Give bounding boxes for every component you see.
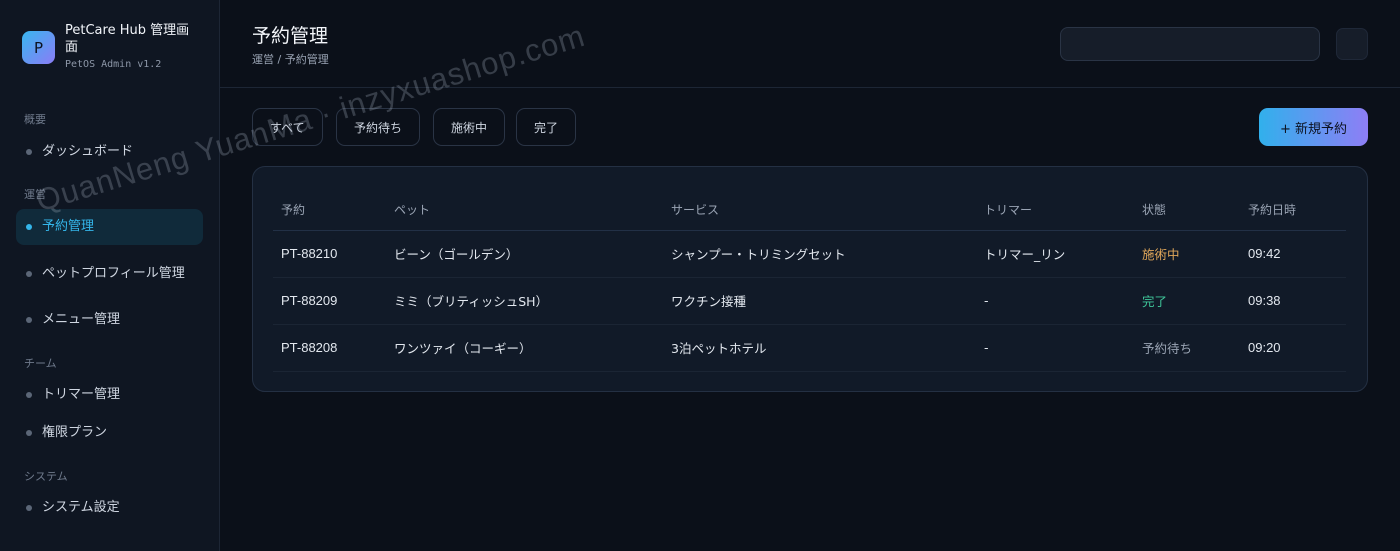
brand-subtitle: PetOS Admin v1.2 — [65, 59, 162, 70]
filter-in-progress-button[interactable]: 施術中 — [433, 108, 506, 146]
brand-title: PetCare Hub 管理画面 — [65, 23, 190, 55]
brand: P PetCare Hub 管理画面 PetOS Admin v1.2 — [22, 22, 195, 70]
sidebar-item-label: メニュー管理 — [42, 312, 121, 327]
bullet-icon — [26, 271, 32, 277]
sidebar-item-label: 権限プラン — [42, 425, 108, 440]
reservations-table: 予約 ペット サービス トリマー 状態 予約日時 PT-88210 ビーン（ゴー… — [273, 189, 1346, 372]
sidebar-item-dashboard[interactable]: ダッシュボード — [16, 142, 203, 162]
bullet-icon — [26, 430, 32, 436]
column-header-datetime: 予約日時 — [1240, 189, 1346, 231]
cell-service: シャンプー・トリミングセット — [663, 230, 976, 278]
table-row[interactable]: PT-88209 ミミ（ブリティッシュSH） ワクチン接種 - 完了 09:38 — [273, 277, 1346, 325]
cell-trimmer: - — [976, 324, 1134, 372]
section-label-system: システム — [24, 470, 68, 483]
header-icon-button[interactable] — [1336, 28, 1368, 60]
sidebar-item-trimmers[interactable]: トリマー管理 — [16, 385, 203, 405]
column-header-trimmer: トリマー — [976, 189, 1134, 231]
app-root: P PetCare Hub 管理画面 PetOS Admin v1.2 概要 ダ… — [0, 0, 1400, 551]
table-row[interactable]: PT-88208 ワンツァイ（コーギー） 3泊ペットホテル - 予約待ち 09:… — [273, 324, 1346, 372]
bullet-icon — [26, 505, 32, 511]
section-label-team: チーム — [24, 357, 57, 370]
cell-pet: ビーン（ゴールデン） — [386, 230, 663, 278]
column-header-reservation: 予約 — [273, 189, 386, 231]
sidebar-item-label: ダッシュボード — [42, 144, 134, 159]
cell-pet: ミミ（ブリティッシュSH） — [386, 277, 663, 325]
table-row[interactable]: PT-88210 ビーン（ゴールデン） シャンプー・トリミングセット トリマー_… — [273, 230, 1346, 278]
cell-datetime: 09:42 — [1240, 230, 1346, 278]
cell-reservation-id: PT-88209 — [273, 277, 386, 325]
section-label-overview: 概要 — [24, 113, 46, 126]
main-content: 予約管理 運営 / 予約管理 すべて 予約待ち 施術中 完了 + 新規予約 予約… — [220, 0, 1400, 551]
cell-status: 施術中 — [1134, 230, 1240, 278]
filter-pending-button[interactable]: 予約待ち — [336, 108, 421, 146]
cell-reservation-id: PT-88208 — [273, 324, 386, 372]
cell-status: 予約待ち — [1134, 324, 1240, 372]
sidebar-item-reservations[interactable]: 予約管理 — [16, 209, 203, 245]
sidebar-item-label: システム設定 — [42, 500, 120, 515]
sidebar: P PetCare Hub 管理画面 PetOS Admin v1.2 概要 ダ… — [0, 0, 220, 551]
cell-reservation-id: PT-88210 — [273, 230, 386, 278]
cell-trimmer: - — [976, 277, 1134, 325]
filter-done-button[interactable]: 完了 — [516, 108, 577, 146]
cell-service: 3泊ペットホテル — [663, 324, 976, 372]
sidebar-item-system-settings[interactable]: システム設定 — [16, 498, 203, 518]
sidebar-item-label: トリマー管理 — [42, 387, 121, 402]
app-logo: P — [22, 31, 55, 64]
cell-service: ワクチン接種 — [663, 277, 976, 325]
bullet-icon — [26, 317, 32, 323]
page-title: 予約管理 — [252, 25, 329, 47]
bullet-icon — [26, 149, 32, 155]
cell-pet: ワンツァイ（コーギー） — [386, 324, 663, 372]
filter-all-button[interactable]: すべて — [252, 108, 323, 146]
cell-status: 完了 — [1134, 277, 1240, 325]
sidebar-item-label: 予約管理 — [42, 219, 95, 234]
bullet-icon — [26, 392, 32, 398]
section-label-operations: 運営 — [24, 188, 46, 201]
reservations-card: 予約 ペット サービス トリマー 状態 予約日時 PT-88210 ビーン（ゴー… — [252, 166, 1368, 392]
search-input[interactable] — [1060, 27, 1320, 61]
sidebar-item-label: ペットプロフィール管理 — [42, 266, 185, 281]
sidebar-item-pet-profiles[interactable]: ペットプロフィール管理 — [16, 255, 203, 293]
bullet-icon — [26, 224, 32, 230]
column-header-service: サービス — [663, 189, 976, 231]
new-reservation-button[interactable]: + 新規予約 — [1259, 108, 1368, 146]
cell-trimmer: トリマー_リン — [976, 230, 1134, 278]
column-header-pet: ペット — [386, 189, 663, 231]
page-header: 予約管理 運営 / 予約管理 — [220, 0, 1400, 88]
table-header-row: 予約 ペット サービス トリマー 状態 予約日時 — [273, 189, 1346, 231]
column-header-status: 状態 — [1134, 189, 1240, 231]
sidebar-item-permissions[interactable]: 権限プラン — [16, 423, 203, 443]
brand-text: PetCare Hub 管理画面 PetOS Admin v1.2 — [65, 22, 195, 70]
sidebar-item-menu[interactable]: メニュー管理 — [16, 310, 203, 330]
cell-datetime: 09:38 — [1240, 277, 1346, 325]
breadcrumb: 運営 / 予約管理 — [252, 53, 329, 66]
cell-datetime: 09:20 — [1240, 324, 1346, 372]
